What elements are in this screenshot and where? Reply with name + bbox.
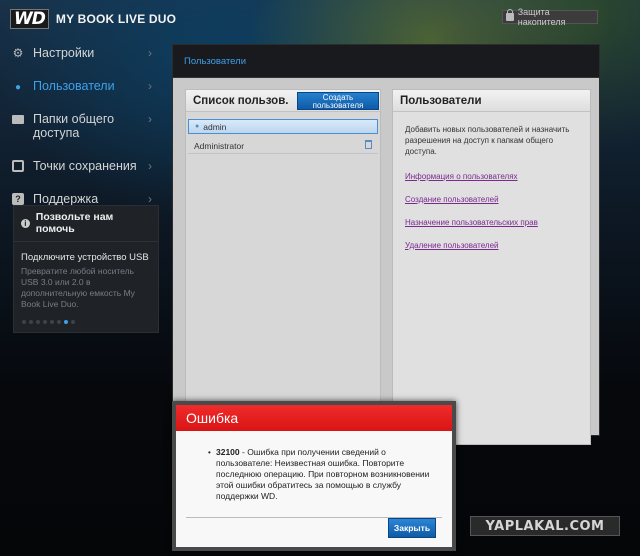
bullet-icon: • <box>208 448 211 457</box>
info-icon: i <box>21 218 30 228</box>
chevron-right-icon: › <box>148 192 152 206</box>
folder-icon <box>12 115 24 124</box>
user-row-admin[interactable]: ● admin <box>188 119 378 134</box>
help-icon: ? <box>12 193 24 205</box>
error-message: • 32100 - Ошибка при получении сведений … <box>186 447 442 505</box>
dialog-title: Ошибка <box>176 405 452 431</box>
help-title: i Позвольте нам помочь <box>14 206 158 235</box>
help-text: Превратите любой носитель USB 3.0 или 2.… <box>21 266 135 309</box>
logo: WD MY BOOK LIVE DUO <box>10 9 176 29</box>
lock-icon <box>506 9 514 21</box>
sidebar-item-label: Пользователи <box>33 79 115 93</box>
protect-drive-button[interactable]: Защита накопителя <box>502 7 598 27</box>
link-assign-rights[interactable]: Назначение пользовательских прав <box>405 217 578 228</box>
divider <box>188 153 378 154</box>
gear-icon <box>12 47 24 59</box>
carousel-dot[interactable] <box>36 320 40 324</box>
user-icon: ● <box>195 123 200 130</box>
wd-logo: WD <box>10 9 49 29</box>
user-list-header: Список пользов. Создать пользователя <box>186 90 380 112</box>
carousel-dot[interactable] <box>50 320 54 324</box>
sidebar-item-label: Настройки <box>33 46 95 60</box>
sidebar-item-label: Точки сохранения <box>33 159 137 173</box>
users-info-body: Добавить новых пользователей и назначить… <box>393 112 590 251</box>
help-box: i Позвольте нам помочь Подключите устрой… <box>13 205 159 333</box>
users-info-header: Пользователи <box>393 90 590 112</box>
error-text: - Ошибка при получении сведений о пользо… <box>216 447 430 501</box>
sidebar-item-users[interactable]: Пользователи › <box>0 74 168 98</box>
sidebar-nav: Настройки › Пользователи › Папки общего … <box>0 38 168 211</box>
chevron-right-icon: › <box>148 46 152 60</box>
carousel-dot[interactable] <box>57 320 61 324</box>
sidebar-item-label: Папки общего доступа <box>33 112 115 140</box>
trash-icon[interactable] <box>365 140 372 149</box>
sidebar-item-settings[interactable]: Настройки › <box>0 41 168 65</box>
user-icon <box>12 80 24 92</box>
user-row-administrator[interactable]: Administrator <box>188 138 378 153</box>
product-name: MY BOOK LIVE DUO <box>55 12 177 26</box>
carousel-dot[interactable] <box>29 320 33 324</box>
chevron-right-icon: › <box>148 112 152 126</box>
safepoint-icon <box>12 160 24 172</box>
users-info-panel: Пользователи Добавить новых пользователе… <box>392 89 591 445</box>
carousel-dot[interactable] <box>43 320 47 324</box>
sidebar-item-label: Поддержка <box>33 192 99 206</box>
chevron-right-icon: › <box>148 79 152 93</box>
link-user-info[interactable]: Информация о пользователях <box>405 171 578 182</box>
breadcrumb-users[interactable]: Пользователи <box>184 56 246 67</box>
link-create-users[interactable]: Создание пользователей <box>405 194 578 205</box>
create-user-button[interactable]: Создать пользователя <box>297 92 379 110</box>
error-code: 32100 <box>216 447 240 457</box>
sidebar-item-safepoints[interactable]: Точки сохранения › <box>0 154 168 178</box>
user-name: Administrator <box>194 140 245 151</box>
carousel-dot[interactable] <box>64 320 68 324</box>
user-list-title: Список пользов. <box>193 94 289 107</box>
users-info-title: Пользователи <box>400 94 482 107</box>
user-list-panel: Список пользов. Создать пользователя ● a… <box>185 89 381 445</box>
help-heading: Подключите устройство USB <box>21 252 149 263</box>
users-info-description: Добавить новых пользователей и назначить… <box>405 125 570 156</box>
sidebar-item-shares[interactable]: Папки общего доступа › <box>0 107 152 145</box>
main-panel: Пользователи Список пользов. Создать пол… <box>172 44 600 445</box>
chevron-right-icon: › <box>148 159 152 173</box>
help-title-text: Позвольте нам помочь <box>35 211 114 235</box>
protect-drive-label: Защита накопителя <box>517 7 566 27</box>
user-name: admin <box>203 121 227 132</box>
carousel-dot[interactable] <box>71 320 75 324</box>
error-dialog: Ошибка • 32100 - Ошибка при получении св… <box>172 401 456 551</box>
link-delete-users[interactable]: Удаление пользователей <box>405 240 578 251</box>
breadcrumb: Пользователи <box>173 45 599 78</box>
carousel-dot[interactable] <box>22 320 26 324</box>
close-button[interactable]: Закрыть <box>388 518 436 538</box>
carousel-dots[interactable] <box>22 320 75 324</box>
watermark: YAPLAKAL.COM <box>470 516 620 536</box>
